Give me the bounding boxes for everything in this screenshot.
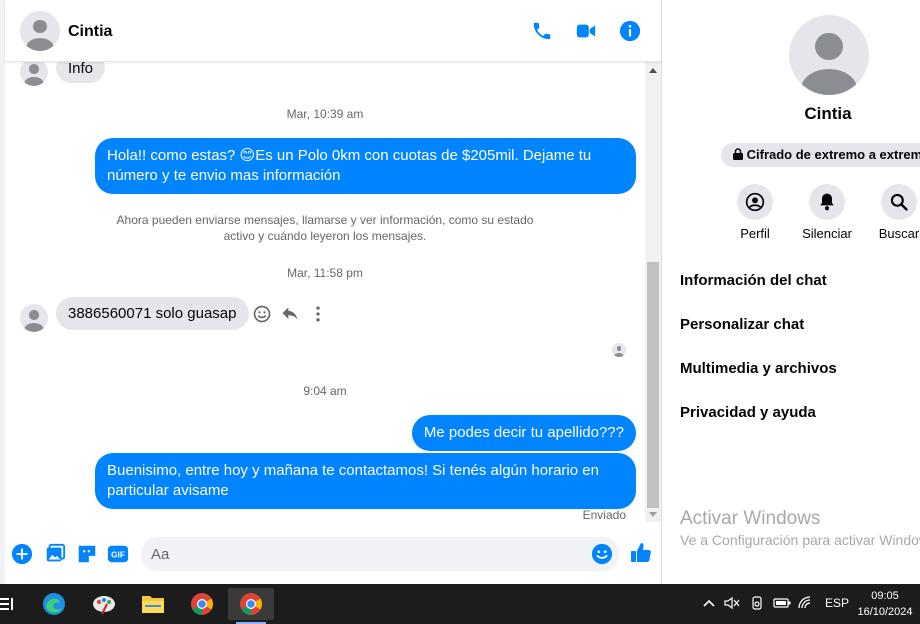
palette-icon	[93, 596, 115, 615]
menu-customize-chat[interactable]: Personalizar chat	[680, 316, 804, 333]
chat-column: Cintia Info Mar, 10:39 am Hola!! como es…	[0, 0, 662, 584]
sender-avatar	[20, 304, 48, 332]
lock-icon	[733, 148, 743, 160]
encryption-badge[interactable]: Cifrado de extremo a extremo	[721, 143, 920, 167]
gif-icon[interactable]: GIF	[107, 543, 129, 565]
search-button[interactable]: Buscar	[869, 184, 920, 241]
encryption-notice: Ahora pueden enviarse mensajes, llamarse…	[116, 213, 534, 243]
scroll-down-arrow[interactable]	[649, 512, 657, 517]
chrome-icon	[191, 593, 213, 615]
profile-avatar	[789, 15, 869, 95]
edge-app[interactable]	[34, 588, 74, 620]
composer: GIF	[5, 528, 661, 580]
message-bubble-outgoing[interactable]: Hola!! como estas? 😊Es un Polo 0km con c…	[95, 138, 636, 194]
mute-button[interactable]: Silenciar	[797, 184, 857, 241]
contact-name[interactable]: Cintia	[68, 23, 112, 41]
bell-icon	[809, 184, 845, 220]
profile-name: Cintia	[804, 104, 852, 123]
more-icon[interactable]	[308, 304, 328, 324]
sender-avatar	[20, 62, 48, 86]
wifi-icon[interactable]	[798, 596, 814, 610]
chrome-app-active[interactable]	[228, 588, 274, 624]
clock[interactable]: 09:05 16/10/2024	[852, 588, 918, 620]
message-input-container	[141, 537, 619, 571]
scrollbar[interactable]	[645, 62, 661, 522]
chrome-icon	[240, 593, 262, 615]
battery-icon[interactable]	[773, 596, 791, 610]
chrome-app[interactable]	[182, 588, 222, 620]
profile-label: Perfil	[740, 226, 770, 241]
profile-button[interactable]: Perfil	[725, 184, 785, 241]
volume-muted-icon[interactable]	[724, 596, 740, 610]
edge-icon	[43, 593, 65, 615]
timestamp: Mar, 10:39 am	[286, 107, 364, 121]
emoji-icon[interactable]	[591, 543, 613, 565]
search-icon	[881, 184, 917, 220]
mute-label: Silenciar	[802, 226, 852, 241]
message-list[interactable]: Info Mar, 10:39 am Hola!! como estas? 😊E…	[5, 62, 645, 520]
video-icon[interactable]	[575, 20, 597, 42]
paint-app[interactable]	[84, 588, 124, 620]
encryption-label: Cifrado de extremo a extremo	[746, 147, 920, 162]
clock-time: 09:05	[871, 590, 899, 602]
plus-icon[interactable]	[11, 543, 33, 565]
message-bubble-outgoing[interactable]: Buenisimo, entre hoy y mañana te contact…	[95, 453, 636, 509]
reply-icon[interactable]	[280, 304, 300, 324]
task-view-icon[interactable]	[0, 596, 14, 612]
file-explorer-app[interactable]	[133, 588, 173, 620]
chevron-up-icon[interactable]	[703, 598, 715, 608]
scroll-thumb[interactable]	[647, 262, 659, 508]
svg-text:GIF: GIF	[111, 551, 125, 560]
message-input[interactable]	[151, 537, 571, 571]
contact-avatar[interactable]	[20, 11, 60, 51]
message-bubble-outgoing[interactable]: Me podes decir tu apellido???	[411, 415, 636, 451]
activation-watermark-subtitle: Ve a Configuración para activar Windows.	[680, 532, 920, 548]
taskbar: ESP 09:05 16/10/2024	[0, 584, 920, 624]
profile-icon	[737, 184, 773, 220]
react-icon[interactable]	[252, 304, 272, 324]
phone-icon[interactable]	[531, 20, 553, 42]
chat-header: Cintia	[5, 0, 661, 62]
message-status: Enviado	[582, 508, 626, 520]
language-indicator[interactable]: ESP	[825, 596, 849, 610]
menu-privacy-help[interactable]: Privacidad y ayuda	[680, 404, 816, 421]
search-label: Buscar	[878, 226, 920, 241]
message-bubble-incoming[interactable]: Info	[56, 62, 106, 83]
activation-watermark-title: Activar Windows	[680, 508, 821, 529]
screen: Cintia Info Mar, 10:39 am Hola!! como es…	[0, 0, 920, 624]
timestamp: 9:04 am	[303, 384, 347, 398]
device-icon[interactable]	[750, 596, 764, 610]
menu-media-files[interactable]: Multimedia y archivos	[680, 360, 837, 377]
like-icon[interactable]	[629, 541, 653, 565]
menu-chat-info[interactable]: Información del chat	[680, 272, 827, 289]
seen-avatar	[612, 343, 626, 357]
message-bubble-incoming[interactable]: 3886560071 solo guasap	[56, 297, 249, 330]
timestamp: Mar, 11:58 pm	[287, 266, 363, 280]
details-panel: Cintia Cifrado de extremo a extremo Perf…	[663, 0, 920, 584]
scroll-up-arrow[interactable]	[649, 68, 657, 73]
sticker-icon[interactable]	[76, 543, 98, 565]
folder-icon	[142, 596, 164, 613]
clock-date: 16/10/2024	[857, 606, 913, 618]
image-icon[interactable]	[44, 543, 66, 565]
info-icon[interactable]	[619, 20, 641, 42]
